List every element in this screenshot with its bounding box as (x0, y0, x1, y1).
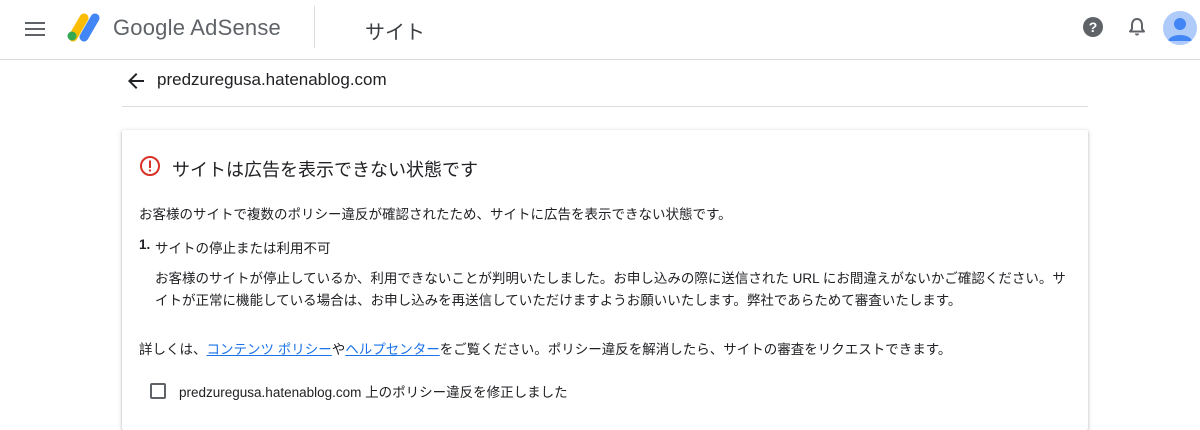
policy-fixed-label[interactable]: predzuregusa.hatenablog.com 上のポリシー違反を修正し… (179, 381, 568, 401)
header-divider (314, 6, 315, 48)
policy-fixed-checkbox[interactable] (150, 383, 166, 399)
card-title: サイトは広告を表示できない状態です (172, 160, 478, 180)
top-app-bar: Google AdSense サイト ? (0, 0, 1200, 60)
error-icon (139, 155, 161, 177)
adsense-logo-icon[interactable] (64, 12, 104, 42)
issue-description: お客様のサイトが停止しているか、利用できないことが判明いたしました。お申し込みの… (155, 271, 1066, 308)
page-title: サイト (365, 22, 425, 44)
site-domain: predzuregusa.hatenablog.com (157, 70, 387, 89)
policy-status-card: サイトは広告を表示できない状態です お客様のサイトで複数のポリシー違反が確認され… (122, 130, 1088, 430)
more-info-connector: や (331, 342, 346, 357)
issue-number: 1. (139, 237, 151, 252)
more-info-prefix: 詳しくは、 (139, 342, 207, 357)
avatar-icon[interactable] (1163, 11, 1197, 45)
brand-name: Google AdSense (113, 15, 281, 41)
policy-fixed-confirmation[interactable]: predzuregusa.hatenablog.com 上のポリシー違反を修正し… (150, 380, 568, 402)
issue-title: サイトの停止または利用不可 (155, 241, 331, 256)
content-policy-link[interactable]: コンテンツ ポリシー (207, 342, 332, 357)
bell-icon[interactable] (1127, 17, 1147, 37)
arrow-back-icon[interactable] (124, 69, 148, 93)
brand-google: Google (113, 15, 186, 40)
card-description: お客様のサイトで複数のポリシー違反が確認されたため、サイトに広告を表示できない状… (139, 207, 732, 222)
help-icon[interactable]: ? (1082, 16, 1104, 38)
help-center-link[interactable]: ヘルプセンター (345, 342, 440, 357)
menu-icon[interactable] (22, 16, 48, 42)
more-info-text: 詳しくは、コンテンツ ポリシーやヘルプセンターをご覧ください。ポリシー違反を解消… (139, 338, 951, 358)
svg-text:?: ? (1089, 19, 1098, 35)
more-info-suffix: をご覧ください。ポリシー違反を解消したら、サイトの審査をリクエストできます。 (439, 342, 952, 357)
brand-product: AdSense (190, 15, 281, 40)
site-subheader: predzuregusa.hatenablog.com (122, 60, 1088, 107)
